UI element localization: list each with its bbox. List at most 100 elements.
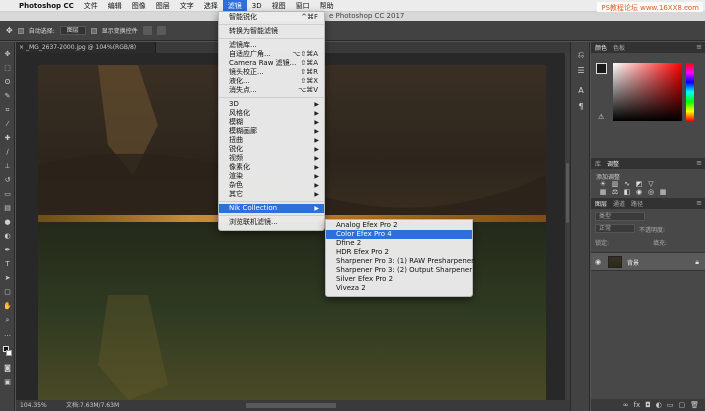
brightness-icon[interactable]: ☀	[599, 181, 607, 188]
paragraph-icon[interactable]: ¶	[576, 102, 586, 111]
levels-icon[interactable]: ▥	[611, 181, 619, 188]
color-picker-field[interactable]	[613, 63, 682, 121]
align-icon[interactable]	[156, 26, 166, 35]
tab-swatches[interactable]: 色板	[613, 43, 625, 52]
filter-menu-item[interactable]: 杂色 ▶	[219, 181, 324, 190]
hue-sat-icon[interactable]: ▦	[599, 189, 607, 196]
nik-submenu-item[interactable]: Viveza 2	[326, 284, 472, 293]
path-select-icon[interactable]: ➤	[3, 274, 12, 282]
filter-menu-item[interactable]: 风格化 ▶	[219, 109, 324, 118]
filter-menu-item[interactable]: 模糊 ▶	[219, 118, 324, 127]
filter-menu-item[interactable]: 渲染 ▶	[219, 172, 324, 181]
nik-submenu-item[interactable]: Analog Efex Pro 2	[326, 221, 472, 230]
filter-menu-item[interactable]: 自适应广角... ⌥⇧⌘A	[219, 50, 324, 59]
menu-filter[interactable]: 滤镜	[222, 0, 247, 12]
tab-adjustments[interactable]: 调整	[607, 159, 619, 168]
nik-submenu-item[interactable]: Silver Efex Pro 2	[326, 275, 472, 284]
filter-menu-item[interactable]: 像素化 ▶	[219, 163, 324, 172]
close-tab-icon[interactable]: ×	[19, 42, 24, 53]
background-color-swatch[interactable]	[6, 350, 12, 356]
photo-filter-icon[interactable]: ◉	[635, 189, 643, 196]
color-lookup-icon[interactable]: ▦	[659, 189, 667, 196]
filter-menu-item[interactable]: 转换为智能滤镜	[219, 27, 324, 36]
filter-menu-item[interactable]: 其它 ▶	[219, 190, 324, 199]
kind-filter[interactable]: 类型	[595, 212, 645, 221]
vibrance-icon[interactable]: ▽	[647, 181, 655, 188]
filter-menu-item[interactable]: 浏览联机滤镜...	[219, 218, 324, 227]
tab-color[interactable]: 颜色	[595, 43, 607, 52]
filter-menu-item[interactable]: 锐化 ▶	[219, 145, 324, 154]
dodge-icon[interactable]: ◐	[3, 232, 12, 240]
menu-layer[interactable]: 图层	[151, 0, 175, 12]
nik-submenu-item[interactable]: Sharpener Pro 3: (1) RAW Presharpener	[326, 257, 474, 266]
history-icon[interactable]: ⎌	[576, 50, 586, 59]
gradient-icon[interactable]: ▤	[3, 204, 12, 212]
type-icon[interactable]: T	[3, 260, 12, 268]
align-icon[interactable]	[142, 26, 152, 35]
menu-select[interactable]: 选择	[199, 0, 223, 12]
marquee-icon[interactable]: ⬚	[3, 64, 12, 72]
filter-menu-item[interactable]: Camera Raw 滤镜... ⇧⌘A	[219, 59, 324, 68]
foreground-swatch[interactable]	[596, 63, 607, 74]
eyedropper-icon[interactable]: ⁄	[3, 120, 12, 128]
document-tab[interactable]: × _MG_2637-2000.jpg @ 104%(RGB/8)	[16, 42, 156, 53]
trash-icon[interactable]: 🗑︎	[690, 401, 699, 409]
panel-menu-icon[interactable]: ≡	[696, 198, 702, 209]
healing-icon[interactable]: ✚	[3, 134, 12, 142]
hand-icon[interactable]: ✋	[3, 302, 12, 310]
properties-icon[interactable]: ☰	[576, 66, 586, 75]
scrollbar-thumb[interactable]	[566, 163, 569, 223]
screen-mode-icon[interactable]: ▣	[3, 378, 12, 386]
zoom-icon[interactable]: ⌕	[3, 316, 12, 324]
curves-icon[interactable]: ∿	[623, 181, 631, 188]
lasso-icon[interactable]: ʘ	[3, 78, 12, 86]
layer-select-dropdown[interactable]: 图层	[59, 26, 86, 35]
auto-select-checkbox[interactable]	[17, 27, 24, 34]
channel-mixer-icon[interactable]: ◎	[647, 189, 655, 196]
filter-menu-item[interactable]: Nik Collection ▶	[219, 204, 324, 213]
adjustment-layer-icon[interactable]: ◐	[656, 401, 662, 409]
blur-icon[interactable]: ●	[3, 218, 12, 226]
filter-menu-item[interactable]: 视频 ▶	[219, 154, 324, 163]
more-tools-icon[interactable]: …	[3, 330, 12, 338]
menu-image[interactable]: 图像	[127, 0, 151, 12]
eraser-icon[interactable]: ▭	[3, 190, 12, 198]
tab-libraries[interactable]: 库	[595, 159, 601, 168]
history-brush-icon[interactable]: ↺	[3, 176, 12, 184]
menu-view[interactable]: 视图	[267, 0, 291, 12]
tab-paths[interactable]: 路径	[631, 199, 643, 208]
blend-mode-select[interactable]: 正常	[595, 224, 635, 233]
filter-menu-item[interactable]: 智能锐化 ^⌘F	[219, 13, 324, 22]
stamp-icon[interactable]: ⊥	[3, 162, 12, 170]
fg-bg-swatches[interactable]	[596, 63, 612, 79]
filter-menu-item[interactable]: 液化... ⇧⌘X	[219, 77, 324, 86]
pen-icon[interactable]: ✒	[3, 246, 12, 254]
bw-icon[interactable]: ◧	[623, 189, 631, 196]
zoom-level[interactable]: 104.35%	[20, 400, 47, 411]
move-icon[interactable]: ✥	[3, 50, 12, 58]
group-icon[interactable]: ▭	[667, 401, 674, 409]
filter-menu-item[interactable]: 扭曲 ▶	[219, 136, 324, 145]
quick-mask-icon[interactable]: ◙	[3, 364, 12, 372]
filter-menu-item[interactable]: 镜头校正... ⇧⌘R	[219, 68, 324, 77]
filter-menu-item[interactable]: 滤镜库...	[219, 41, 324, 50]
mask-icon[interactable]: ◘	[645, 401, 651, 409]
menu-file[interactable]: 文件	[79, 0, 103, 12]
menu-3d[interactable]: 3D	[247, 0, 267, 12]
menu-type[interactable]: 文字	[175, 0, 199, 12]
brush-icon[interactable]: ∕	[3, 148, 12, 156]
exposure-icon[interactable]: ◩	[635, 181, 643, 188]
tab-channels[interactable]: 通道	[613, 199, 625, 208]
quick-select-icon[interactable]: ✎	[3, 92, 12, 100]
menu-edit[interactable]: 编辑	[103, 0, 127, 12]
nik-submenu-item[interactable]: Color Efex Pro 4	[326, 230, 472, 239]
show-transform-checkbox[interactable]	[90, 27, 97, 34]
link-icon[interactable]: ∞	[623, 401, 629, 409]
filter-menu-item[interactable]: 消失点... ⌥⌘V	[219, 86, 324, 95]
new-layer-icon[interactable]: ▢	[678, 401, 685, 409]
menu-help[interactable]: 帮助	[315, 0, 339, 12]
layer-row[interactable]: ◉ 背景 🔒︎	[591, 252, 705, 271]
hue-slider[interactable]	[686, 63, 694, 121]
panel-menu-icon[interactable]: ≡	[696, 42, 702, 53]
menu-window[interactable]: 窗口	[291, 0, 315, 12]
